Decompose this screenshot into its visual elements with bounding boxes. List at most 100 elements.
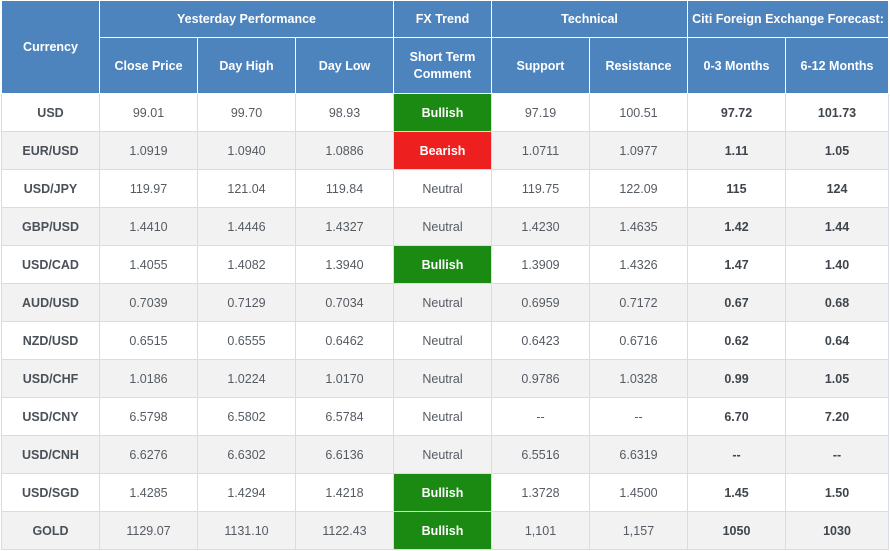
cell-support: 97.19 [491, 93, 590, 132]
table-row: USD/JPY 119.97 121.04 119.84 Neutral 119.75 12… [1, 169, 890, 208]
cell-resistance: 1.0328 [588, 359, 689, 398]
cell-forecast-0-3-months: 1.42 [687, 207, 787, 246]
table-row: EUR/USD 1.0919 1.0940 1.0886 Bearish 1.0711 1.… [1, 131, 890, 170]
cell-forecast-0-3-months: 1.47 [687, 245, 787, 284]
table-row: USD/CHF 1.0186 1.0224 1.0170 Neutral 0.9786 1.… [1, 359, 890, 398]
cell-forecast-6-12-months: 0.64 [785, 321, 890, 360]
cell-forecast-0-3-months: 0.62 [687, 321, 787, 360]
header-resistance: Resistance [588, 37, 689, 94]
cell-currency: EUR/USD [1, 131, 100, 170]
header-technical: Technical [490, 0, 689, 38]
header-currency: Currency [1, 0, 100, 94]
cell-forecast-6-12-months: 1.05 [785, 359, 890, 398]
table-row: USD/CNY 6.5798 6.5802 6.5784 Neutral -- -- 6.70… [1, 397, 890, 436]
table-row: AUD/USD 0.7039 0.7129 0.7034 Neutral 0.6959 0.… [1, 283, 890, 322]
cell-currency: USD [1, 93, 100, 132]
cell-support: 0.9786 [491, 359, 590, 398]
cell-day-low: 6.6136 [295, 435, 394, 474]
header-yesterday-performance: Yesterday Performance [99, 0, 394, 38]
cell-resistance: 0.6716 [588, 321, 689, 360]
cell-currency: USD/SGD [1, 473, 100, 512]
cell-short-term-comment: Neutral [393, 169, 492, 208]
header-day-high: Day High [197, 37, 296, 94]
cell-currency: USD/CNY [1, 397, 100, 436]
cell-day-high: 6.6302 [197, 435, 296, 474]
cell-forecast-0-3-months: 97.72 [687, 93, 787, 132]
cell-day-low: 0.6462 [295, 321, 394, 360]
cell-close-price: 1129.07 [99, 511, 198, 550]
cell-support: 119.75 [491, 169, 590, 208]
cell-resistance: 1.4635 [588, 207, 689, 246]
cell-forecast-6-12-months: 101.73 [785, 93, 890, 132]
cell-resistance: 1.4326 [588, 245, 689, 284]
cell-forecast-6-12-months: 1.40 [785, 245, 890, 284]
cell-forecast-6-12-months: 0.68 [785, 283, 890, 322]
trend-badge-bullish: Bullish [393, 473, 492, 512]
cell-currency: USD/CHF [1, 359, 100, 398]
cell-currency: USD/CAD [1, 245, 100, 284]
cell-forecast-6-12-months: 124 [785, 169, 890, 208]
cell-close-price: 6.6276 [99, 435, 198, 474]
cell-day-high: 121.04 [197, 169, 296, 208]
header-fx-trend: FX Trend [393, 0, 492, 38]
table-row: GBP/USD 1.4410 1.4446 1.4327 Neutral 1.4230 1.… [1, 207, 890, 246]
cell-short-term-comment: Neutral [393, 207, 492, 246]
cell-day-low: 6.5784 [295, 397, 394, 436]
fx-forecast-table: Currency Yesterday Performance FX Trend … [1, 0, 890, 550]
cell-forecast-0-3-months: 1.11 [687, 131, 787, 170]
header-close-price: Close Price [99, 37, 198, 94]
cell-support: 6.5516 [491, 435, 590, 474]
trend-badge-bullish: Bullish [393, 245, 492, 284]
cell-close-price: 0.6515 [99, 321, 198, 360]
cell-day-high: 99.70 [197, 93, 296, 132]
cell-forecast-6-12-months: 1.50 [785, 473, 890, 512]
header-citi-forecast: Citi Foreign Exchange Forecast: [687, 0, 890, 38]
cell-day-high: 1131.10 [197, 511, 296, 550]
cell-day-low: 1122.43 [295, 511, 394, 550]
header-short-term-comment: Short Term Comment [393, 37, 492, 94]
cell-short-term-comment: Neutral [393, 397, 492, 436]
cell-forecast-0-3-months: 6.70 [687, 397, 787, 436]
cell-resistance: 0.7172 [588, 283, 689, 322]
cell-day-low: 1.4218 [295, 473, 394, 512]
cell-day-low: 1.4327 [295, 207, 394, 246]
cell-resistance: 100.51 [588, 93, 689, 132]
trend-badge-bullish: Bullish [393, 93, 492, 132]
cell-short-term-comment: Neutral [393, 435, 492, 474]
cell-resistance: 1,157 [588, 511, 689, 550]
table-row: USD/CNH 6.6276 6.6302 6.6136 Neutral 6.5516 6.… [1, 435, 890, 474]
cell-day-high: 1.4446 [197, 207, 296, 246]
cell-support: 1.0711 [491, 131, 590, 170]
cell-forecast-0-3-months: 115 [687, 169, 787, 208]
trend-badge-bullish: Bullish [393, 511, 492, 550]
cell-short-term-comment: Neutral [393, 283, 492, 322]
cell-day-high: 1.4082 [197, 245, 296, 284]
cell-short-term-comment: Neutral [393, 321, 492, 360]
cell-support: 0.6423 [491, 321, 590, 360]
cell-day-low: 119.84 [295, 169, 394, 208]
cell-currency: USD/JPY [1, 169, 100, 208]
cell-day-high: 1.0940 [197, 131, 296, 170]
cell-forecast-6-12-months: 1030 [785, 511, 890, 550]
cell-close-price: 99.01 [99, 93, 198, 132]
cell-day-low: 1.0886 [295, 131, 394, 170]
cell-close-price: 1.0919 [99, 131, 198, 170]
cell-forecast-0-3-months: -- [687, 435, 787, 474]
cell-resistance: 1.4500 [588, 473, 689, 512]
cell-day-low: 0.7034 [295, 283, 394, 322]
cell-close-price: 1.4055 [99, 245, 198, 284]
cell-close-price: 1.0186 [99, 359, 198, 398]
cell-currency: GOLD [1, 511, 100, 550]
table-row: USD/CAD 1.4055 1.4082 1.3940 Bullish 1.3909 1.… [1, 245, 890, 284]
cell-day-high: 1.4294 [197, 473, 296, 512]
cell-forecast-6-12-months: 7.20 [785, 397, 890, 436]
table-row: GOLD 1129.07 1131.10 1122.43 Bullish 1,101 1,1… [1, 511, 890, 550]
cell-short-term-comment: Neutral [393, 359, 492, 398]
cell-forecast-0-3-months: 0.99 [687, 359, 787, 398]
cell-support: 1.4230 [491, 207, 590, 246]
cell-currency: NZD/USD [1, 321, 100, 360]
cell-support: 1.3909 [491, 245, 590, 284]
table-body: USD 99.01 99.70 98.93 Bullish 97.19 100.51 97.7… [1, 93, 890, 550]
cell-forecast-6-12-months: 1.05 [785, 131, 890, 170]
cell-day-high: 6.5802 [197, 397, 296, 436]
